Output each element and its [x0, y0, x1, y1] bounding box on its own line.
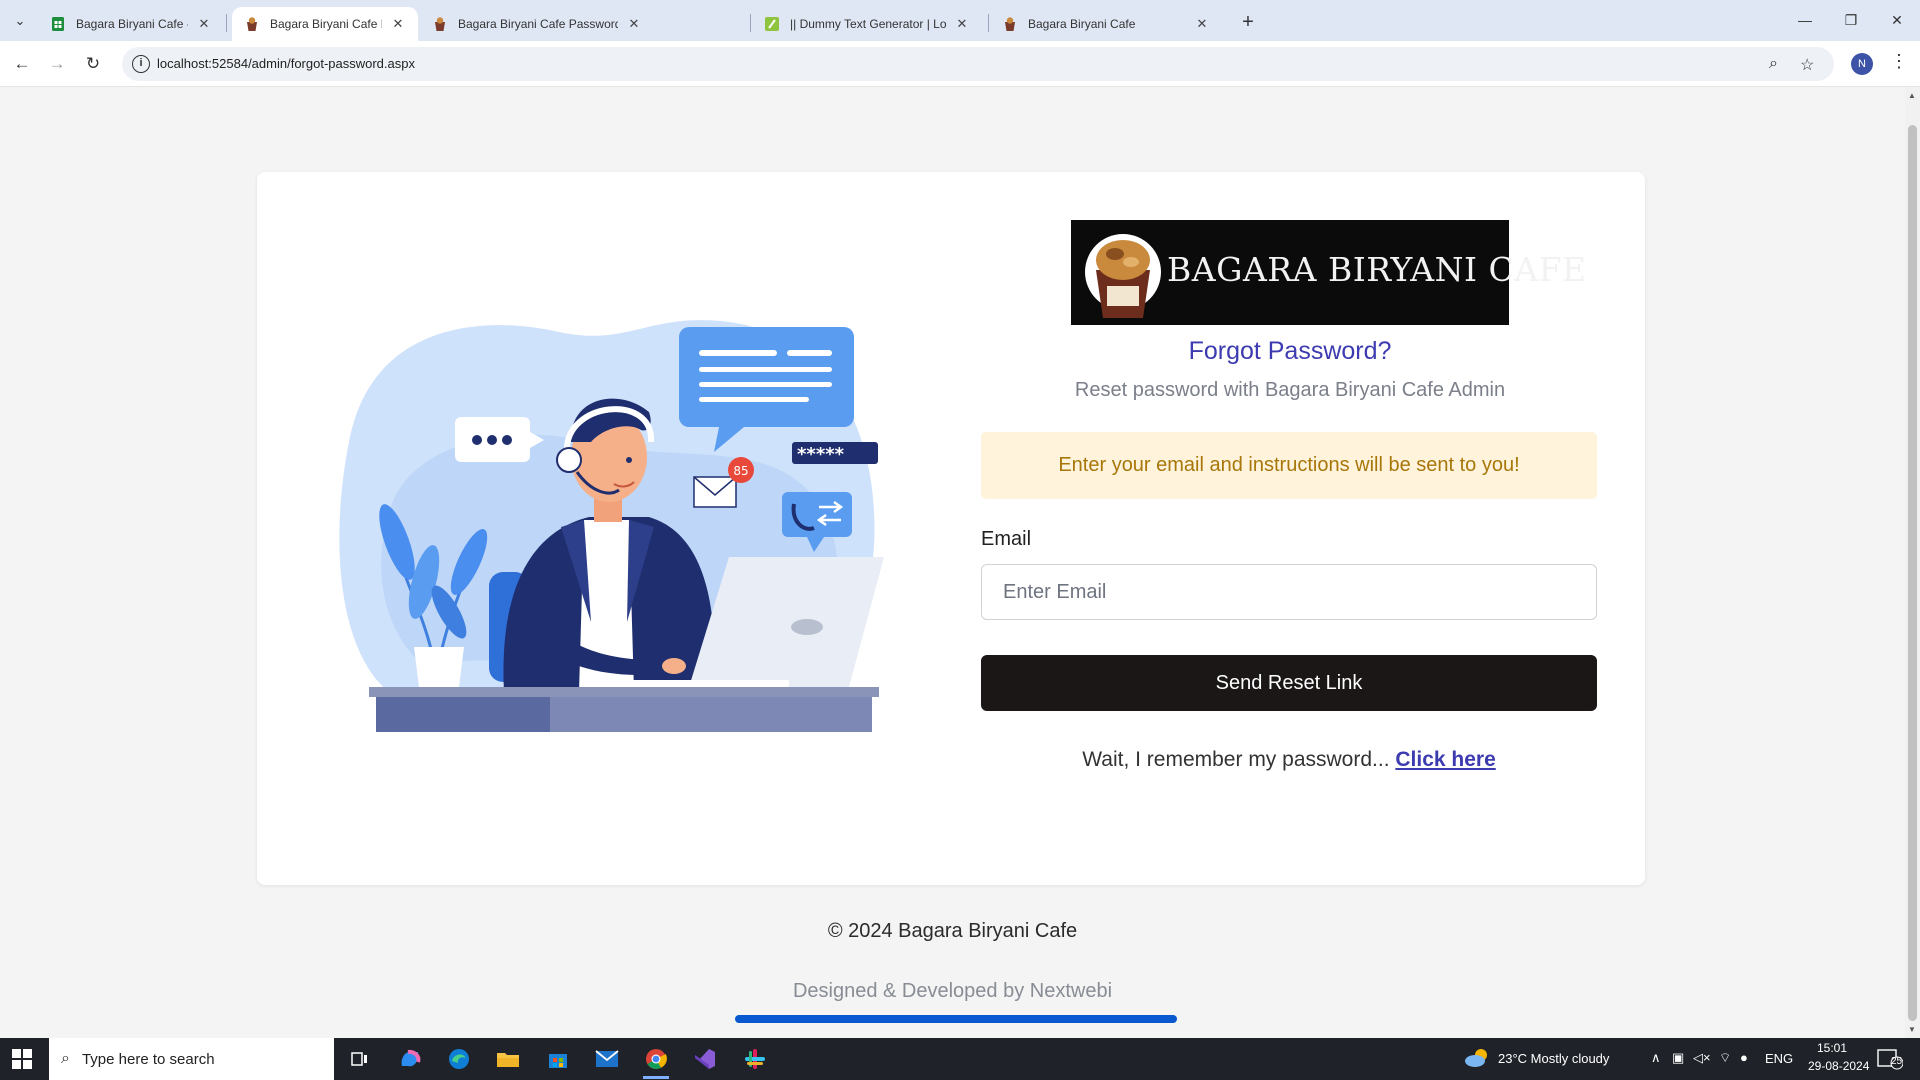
page-title: Forgot Password? — [1188, 337, 1392, 365]
windows-taskbar: ⌕ Type here to search 23°C Mostly cloudy… — [0, 1038, 1920, 1080]
page-subtitle: Reset password with Bagara Biryani Cafe … — [1074, 379, 1506, 401]
search-icon: ⌕ — [61, 1050, 70, 1067]
file-explorer-icon[interactable] — [493, 1045, 523, 1073]
minimize-icon[interactable]: — — [1790, 8, 1820, 32]
brand-logo: BAGARA BIRYANI CAFE — [1071, 220, 1586, 325]
tab-divider — [750, 14, 751, 32]
cafe-favicon-icon — [435, 17, 445, 31]
close-window-icon[interactable]: ✕ — [1882, 8, 1912, 32]
mail-icon[interactable] — [592, 1045, 622, 1073]
cafe-favicon-icon — [247, 17, 257, 31]
support-agent-illustration: ***** 85 — [339, 320, 884, 732]
speaker-muted-icon[interactable]: ◁× — [1693, 1050, 1711, 1066]
send-reset-link-button[interactable]: Send Reset Link — [981, 655, 1597, 711]
visual-studio-icon[interactable] — [690, 1045, 720, 1073]
forgot-password-card: ***** 85 BAGARA BIRYANI CAFE Forgot Pass… — [257, 172, 1645, 885]
address-bar-row: ← → ↻ i localhost:52584/admin/forgot-pas… — [0, 41, 1920, 87]
tab-divider — [988, 14, 989, 32]
meet-now-icon[interactable]: ▣ — [1672, 1050, 1684, 1066]
close-tab-icon[interactable]: ✕ — [1194, 16, 1210, 32]
task-view-icon[interactable] — [345, 1045, 375, 1073]
tab-password-reset-active[interactable]: Bagara Biryani Cafe Password Reset ✕ — [232, 7, 418, 41]
notification-count: 85 — [733, 464, 748, 478]
tab-google-sheets[interactable]: Bagara Biryani Cafe - Google Sheets ✕ — [38, 7, 224, 41]
clock-time[interactable]: 15:01 — [1817, 1041, 1847, 1055]
scroll-up-icon[interactable]: ▲ — [1908, 91, 1916, 100]
scrollbar-thumb[interactable] — [1908, 125, 1917, 1021]
tab-label: Bagara Biryani Cafe Password Reset — [270, 17, 382, 31]
tab-label: Bagara Biryani Cafe Password Reset — [458, 17, 618, 31]
tab-dummy-text[interactable]: || Dummy Text Generator | Lorem Ipsum ✕ — [752, 7, 982, 41]
tab-divider — [226, 14, 227, 32]
remember-password-line: Wait, I remember my password... Click he… — [981, 748, 1597, 772]
close-tab-icon[interactable]: ✕ — [390, 16, 406, 32]
url-text[interactable]: localhost:52584/admin/forgot-password.as… — [157, 56, 415, 71]
weather-text[interactable]: 23°C Mostly cloudy — [1498, 1051, 1609, 1066]
browser-menu-icon[interactable]: ⋮ — [1890, 51, 1908, 72]
restore-icon[interactable]: ❐ — [1836, 8, 1866, 32]
click-here-link[interactable]: Click here — [1395, 748, 1495, 771]
page-scrollbar[interactable]: ▲ ▼ — [1905, 87, 1920, 1038]
network-icon[interactable]: ⌔ — [1719, 1050, 1731, 1066]
status-dot-icon[interactable]: ● — [1740, 1050, 1748, 1065]
tab-label: || Dummy Text Generator | Lorem Ipsum — [790, 17, 946, 31]
chevron-up-icon[interactable]: ∧ — [1651, 1050, 1661, 1066]
tab-label: Bagara Biryani Cafe - Google Sheets — [76, 17, 188, 31]
info-alert: Enter your email and instructions will b… — [981, 432, 1597, 499]
close-tab-icon[interactable]: ✕ — [626, 16, 642, 32]
profile-avatar[interactable]: N — [1851, 53, 1873, 75]
email-field[interactable] — [981, 564, 1597, 620]
remember-text: Wait, I remember my password... — [1082, 748, 1390, 771]
windows-start-icon[interactable] — [12, 1049, 32, 1069]
tab-bar: ⌄ Bagara Biryani Cafe - Google Sheets ✕ … — [0, 0, 1920, 41]
page-viewport: ***** 85 BAGARA BIRYANI CAFE Forgot Pass… — [0, 87, 1905, 1038]
close-tab-icon[interactable]: ✕ — [954, 16, 970, 32]
edge-icon[interactable] — [444, 1045, 474, 1073]
bookmark-star-icon[interactable]: ☆ — [1800, 55, 1814, 75]
microsoft-store-icon[interactable] — [543, 1045, 573, 1073]
clock-date[interactable]: 29-08-2024 — [1808, 1059, 1869, 1073]
email-label: Email — [981, 528, 1032, 550]
scroll-down-icon[interactable]: ▼ — [1908, 1025, 1916, 1034]
taskbar-search-placeholder: Type here to search — [81, 1050, 215, 1068]
dummy-text-icon — [765, 17, 779, 31]
logo-wordmark: BAGARA BIRYANI CAFE — [1167, 250, 1587, 289]
weather-cloudy-icon — [1465, 1049, 1487, 1067]
cafe-favicon-icon — [1005, 17, 1015, 31]
credit-underline-bar — [735, 1015, 1177, 1023]
notification-count-badge: 25 — [1891, 1056, 1903, 1067]
tab-bagara-cafe[interactable]: Bagara Biryani Cafe ✕ — [990, 7, 1222, 41]
chrome-icon[interactable] — [641, 1045, 671, 1079]
tab-search-chevron-icon[interactable]: ⌄ — [8, 9, 32, 33]
forward-icon[interactable]: → — [44, 51, 70, 77]
url-bar[interactable]: i localhost:52584/admin/forgot-password.… — [122, 47, 1834, 81]
slack-icon[interactable] — [740, 1045, 770, 1073]
new-tab-icon[interactable]: + — [1234, 8, 1262, 36]
sheets-icon — [52, 17, 64, 31]
developer-credit[interactable]: Designed & Developed by Nextwebi — [0, 980, 1905, 1003]
copilot-icon[interactable] — [395, 1045, 425, 1073]
back-icon[interactable]: ← — [9, 51, 35, 77]
password-mask-text: ***** — [797, 444, 845, 465]
site-info-icon[interactable]: i — [132, 55, 150, 73]
tab-label: Bagara Biryani Cafe — [1028, 17, 1136, 31]
zoom-icon[interactable]: ⌕ — [1769, 55, 1778, 73]
copyright-text: © 2024 Bagara Biryani Cafe — [827, 920, 1078, 942]
reload-icon[interactable]: ↻ — [80, 51, 106, 77]
close-tab-icon[interactable]: ✕ — [196, 16, 212, 32]
tab-password-reset[interactable]: Bagara Biryani Cafe Password Reset ✕ — [420, 7, 742, 41]
language-indicator[interactable]: ENG — [1765, 1051, 1793, 1066]
taskbar-search[interactable]: ⌕ Type here to search — [49, 1038, 334, 1080]
